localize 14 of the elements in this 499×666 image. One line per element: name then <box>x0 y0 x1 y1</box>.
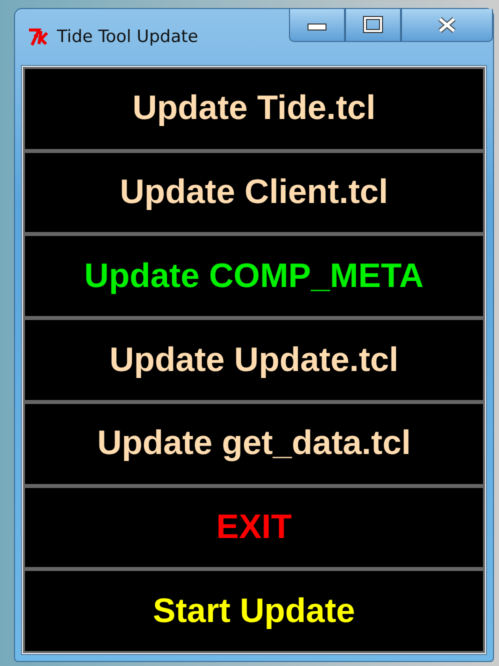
update-button[interactable]: Start Update <box>23 569 485 654</box>
window-title: Tide Tool Update <box>57 27 198 47</box>
close-button[interactable] <box>401 9 493 42</box>
maximize-icon <box>362 16 384 34</box>
update-button[interactable]: Update Update.tcl <box>23 318 485 402</box>
feather-logo-icon <box>27 27 51 47</box>
update-button[interactable]: Update Tide.tcl <box>23 67 485 151</box>
update-button[interactable]: Update COMP_META <box>23 234 485 318</box>
update-button[interactable]: Update get_data.tcl <box>23 402 485 486</box>
close-icon <box>436 16 458 34</box>
update-button[interactable]: Update Client.tcl <box>23 150 485 234</box>
maximize-button[interactable] <box>345 9 401 42</box>
update-button[interactable]: EXIT <box>23 486 485 570</box>
minimize-button[interactable] <box>289 9 345 42</box>
